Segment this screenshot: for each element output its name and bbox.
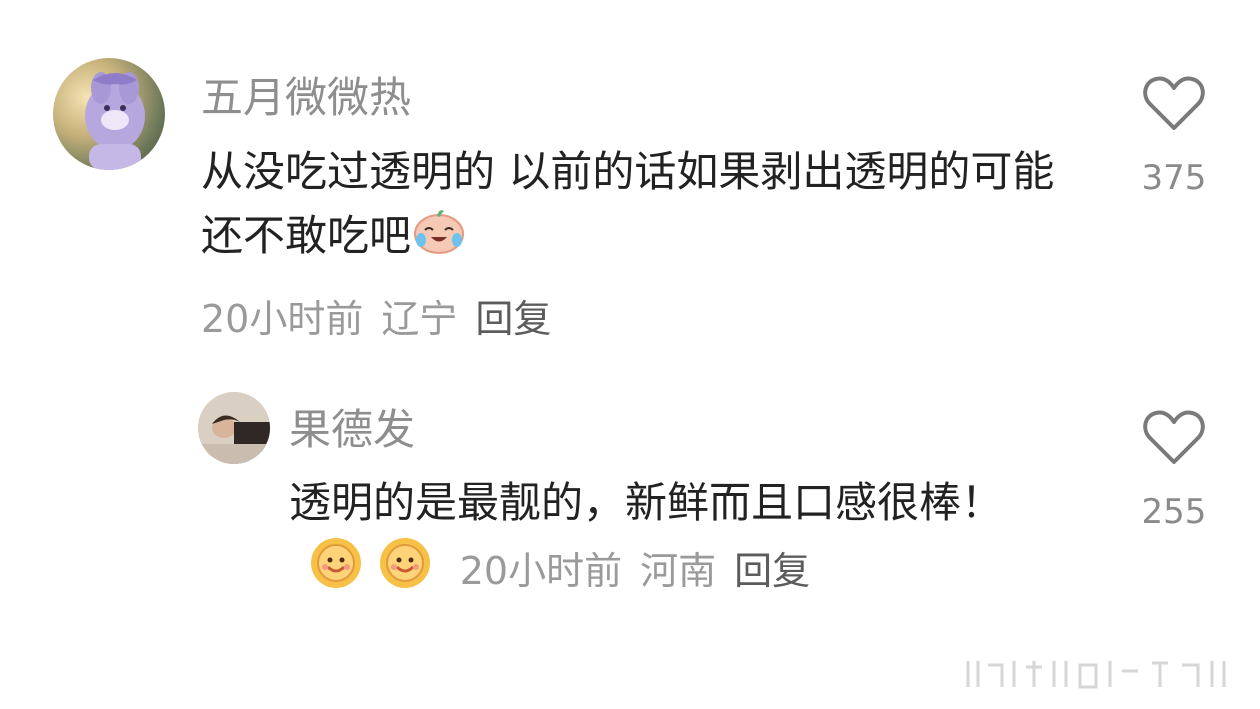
comment-text-content: 透明的是最靓的，新鲜而且口感很棒！	[289, 478, 1004, 527]
watermark	[962, 657, 1232, 695]
heart-outline-icon	[1143, 76, 1205, 130]
watermark-image	[966, 661, 1226, 689]
comment-location: 辽宁	[381, 297, 458, 341]
person-lying-avatar-image	[198, 392, 270, 464]
reply-button[interactable]: 回复	[734, 549, 810, 593]
smiling-sun-emoji-icon	[309, 536, 363, 609]
like-count: 255	[1141, 492, 1207, 532]
avatar[interactable]	[198, 392, 270, 464]
comment-location: 河南	[640, 549, 717, 593]
comment-text-content: 从没吃过透明的 以前的话如果剥出透明的可能还不敢吃吧	[201, 147, 1055, 260]
comment-meta: 20小时前 辽宁 回复	[201, 288, 569, 343]
username[interactable]: 五月微微热	[201, 64, 411, 125]
like-button[interactable]: 375	[1134, 74, 1214, 198]
heart-outline-icon	[1143, 410, 1205, 464]
laughing-crying-emoji-icon	[411, 206, 467, 272]
smiling-sun-emoji-icon	[378, 536, 432, 609]
avatar[interactable]	[53, 58, 165, 170]
reply-button[interactable]: 回复	[475, 297, 551, 341]
plush-toy-avatar-image	[85, 72, 145, 170]
like-button[interactable]: 255	[1134, 408, 1214, 532]
like-count: 375	[1141, 158, 1207, 198]
comment-meta: 20小时前 河南 回复	[460, 549, 828, 593]
comment-time: 20小时前	[201, 297, 364, 341]
comment-text: 透明的是最靓的，新鲜而且口感很棒！ 20小时前 河南 回复	[289, 470, 1049, 609]
username[interactable]: 果德发	[289, 396, 415, 457]
comment-text: 从没吃过透明的 以前的话如果剥出透明的可能还不敢吃吧	[201, 140, 1061, 272]
comment-time: 20小时前	[459, 549, 623, 593]
